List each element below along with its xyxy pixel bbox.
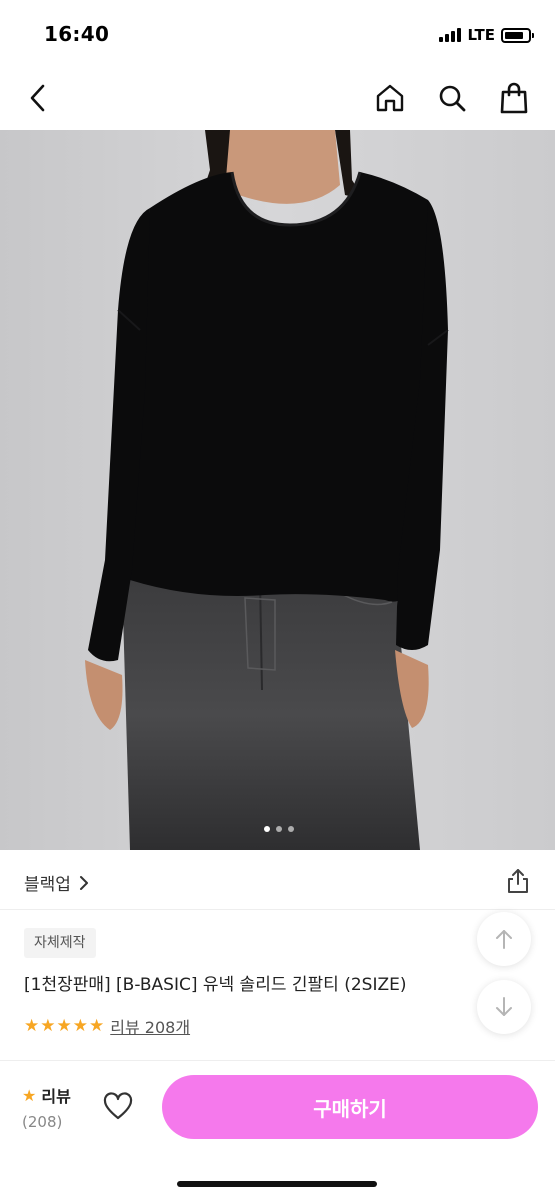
network-label: LTE [467, 26, 495, 44]
status-bar: 16:40 LTE [0, 0, 555, 66]
status-time: 16:40 [44, 22, 110, 46]
status-indicators: LTE [439, 26, 534, 44]
buy-button[interactable]: 구매하기 [162, 1075, 538, 1139]
back-button[interactable] [20, 80, 56, 116]
pager-dot [288, 826, 294, 832]
scroll-up-button[interactable] [477, 912, 531, 966]
pager-dot [276, 826, 282, 832]
signal-icon [439, 28, 462, 42]
rating-stars: ★ ★ ★ ★ ★ [24, 1015, 105, 1036]
review-summary[interactable]: ★ 리뷰 (208) [22, 1083, 71, 1132]
image-pager [264, 826, 294, 832]
home-icon [376, 84, 404, 112]
heart-icon [103, 1092, 133, 1120]
search-button[interactable] [434, 80, 470, 116]
product-image[interactable] [0, 130, 555, 850]
review-label: 리뷰 [41, 1087, 71, 1106]
brand-row: 블랙업 [0, 852, 555, 910]
review-count-link[interactable]: 리뷰 208개 [110, 1014, 190, 1038]
bottom-action-bar: ★ 리뷰 (208) 구매하기 [0, 1060, 555, 1200]
cart-button[interactable] [496, 80, 532, 116]
arrow-down-icon [496, 997, 512, 1016]
wishlist-button[interactable] [102, 1091, 134, 1123]
shopping-bag-icon [500, 82, 528, 114]
star-icon: ★ [40, 1015, 56, 1036]
chevron-left-icon [30, 84, 45, 112]
star-icon: ★ [56, 1015, 72, 1036]
star-icon: ★ [72, 1015, 88, 1036]
self-made-badge: 자체제작 [24, 928, 96, 958]
pager-dot [264, 826, 270, 832]
share-icon [508, 869, 528, 893]
star-icon: ★ [24, 1015, 40, 1036]
rating-row: ★ ★ ★ ★ ★ 리뷰 208개 [24, 1014, 190, 1038]
star-icon: ★ [22, 1085, 37, 1105]
arrow-up-icon [496, 930, 512, 949]
product-title: [1천장판매] [B-BASIC] 유넥 솔리드 긴팔티 (2SIZE) [24, 975, 407, 995]
brand-name: 블랙업 [24, 875, 71, 895]
review-count: (208) [22, 1113, 63, 1131]
chevron-right-icon [79, 875, 88, 890]
search-icon [439, 85, 466, 112]
model-photo [0, 130, 555, 850]
home-indicator [177, 1181, 377, 1187]
home-button[interactable] [372, 80, 408, 116]
battery-icon [501, 27, 534, 43]
star-icon: ★ [89, 1015, 105, 1036]
scroll-down-button[interactable] [477, 980, 531, 1034]
share-button[interactable] [505, 868, 531, 894]
top-nav [0, 66, 555, 130]
brand-link[interactable]: 블랙업 [24, 870, 89, 895]
